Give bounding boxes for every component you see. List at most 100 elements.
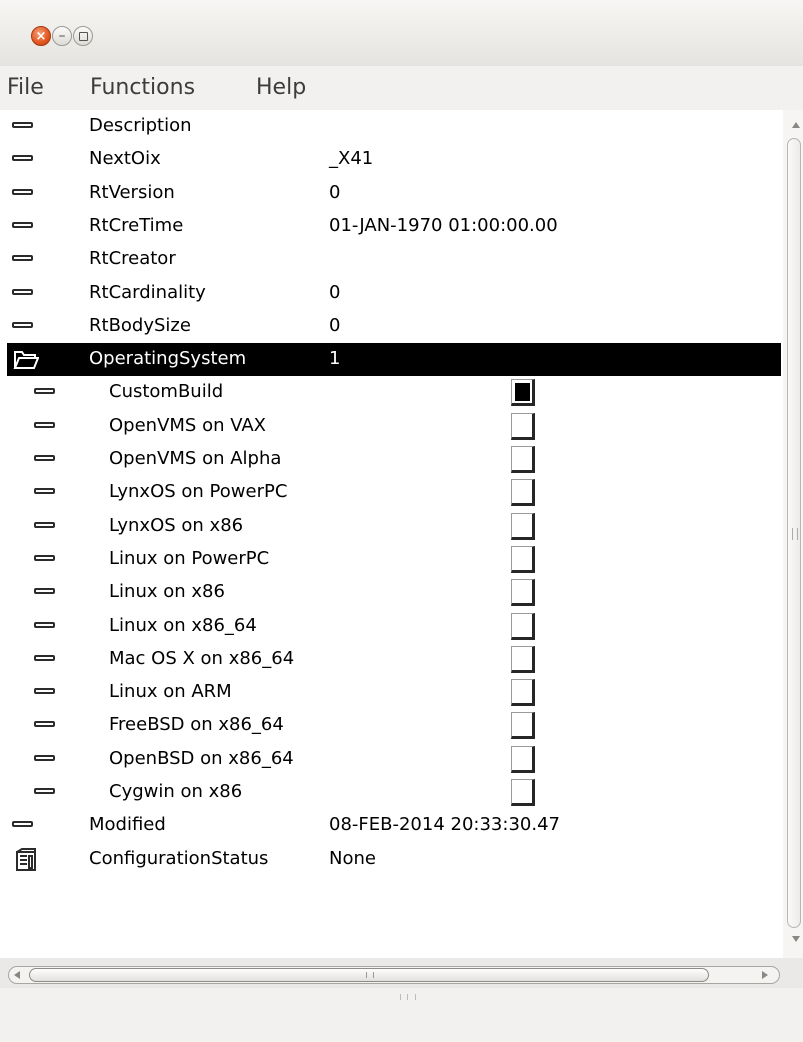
tree-row[interactable]: ConfigurationStatus None: [7, 843, 781, 876]
attribute-name: OpenBSD on x86_64: [109, 747, 294, 769]
open-folder-icon[interactable]: [13, 350, 39, 370]
vertical-scrollbar[interactable]: [783, 110, 803, 958]
attribute-icon: [34, 654, 55, 661]
tree-row[interactable]: Linux on x86_64: [7, 610, 781, 643]
tree-row[interactable]: LynxOS on PowerPC: [7, 476, 781, 509]
attribute-value: 08-FEB-2014 20:33:30.47: [329, 814, 560, 836]
attribute-icon: [34, 554, 55, 561]
attribute-icon: [12, 321, 33, 328]
attribute-icon: [12, 221, 33, 228]
attribute-name: RtCardinality: [89, 281, 206, 303]
tree-row[interactable]: CustomBuild: [7, 376, 781, 409]
attribute-name: ConfigurationStatus: [89, 847, 269, 869]
attribute-icon: [34, 455, 55, 461]
tree-row[interactable]: RtCreTime 01-JAN-1970 01:00:00.00: [7, 210, 781, 243]
tree-row[interactable]: OpenBSD on x86_64: [7, 743, 781, 776]
attribute-name: RtBodySize: [89, 314, 191, 336]
attribute-name: OperatingSystem: [89, 348, 247, 370]
pane-resize-handle[interactable]: [400, 994, 416, 1000]
tree-row[interactable]: RtBodySize 0: [7, 310, 781, 343]
attribute-checkbox[interactable]: [511, 412, 535, 440]
horizontal-scrollbar[interactable]: [0, 958, 803, 988]
scroll-left-icon[interactable]: [14, 971, 20, 979]
attribute-icon: [34, 421, 55, 428]
tree-row[interactable]: Linux on x86: [7, 576, 781, 609]
attribute-name: OpenVMS on VAX: [109, 414, 267, 436]
attribute-value: 0: [329, 281, 341, 303]
attribute-value: 01-JAN-1970 01:00:00.00: [329, 214, 558, 236]
tree-row[interactable]: OpenVMS on Alpha: [7, 443, 781, 476]
attribute-name: RtCreator: [89, 248, 176, 270]
attribute-name: Mac OS X on x86_64: [109, 647, 295, 669]
scroll-right-icon[interactable]: [762, 971, 768, 979]
attribute-icon: [12, 821, 33, 828]
tree-row[interactable]: OpenVMS on VAX: [7, 410, 781, 443]
attribute-name: CustomBuild: [109, 381, 224, 403]
attribute-icon: [34, 388, 55, 395]
tree-row[interactable]: RtCreator: [7, 243, 781, 276]
attribute-name: LynxOS on PowerPC: [109, 481, 288, 503]
attribute-icon: [12, 288, 33, 295]
attribute-icon: [34, 688, 55, 695]
tree-row[interactable]: Linux on ARM: [7, 676, 781, 709]
attribute-icon: [34, 588, 55, 595]
menu-file[interactable]: File: [7, 75, 44, 100]
attribute-value: 0: [329, 314, 341, 336]
tree-row[interactable]: Modified 08-FEB-2014 20:33:30.47: [7, 809, 781, 842]
attribute-checkbox[interactable]: [511, 645, 535, 673]
object-icon[interactable]: [15, 847, 37, 872]
attribute-checkbox[interactable]: [511, 379, 535, 407]
attribute-name: Modified: [89, 814, 166, 836]
maximize-icon: [78, 31, 88, 41]
minimize-window-button[interactable]: –: [52, 26, 72, 46]
status-bar: [0, 988, 803, 1042]
attribute-checkbox[interactable]: [511, 612, 535, 640]
attribute-name: Cygwin on x86: [109, 781, 243, 802]
tree-row[interactable]: RtVersion 0: [7, 177, 781, 210]
tree-row[interactable]: NextOix _X41: [7, 143, 781, 176]
attribute-checkbox[interactable]: [511, 512, 535, 540]
attribute-name: Linux on ARM: [109, 681, 232, 703]
attribute-icon: [34, 488, 55, 495]
attribute-checkbox[interactable]: [511, 579, 535, 607]
tree-row[interactable]: Linux on PowerPC: [7, 543, 781, 576]
scroll-grip-icon: [792, 528, 798, 540]
tree-row[interactable]: LynxOS on x86: [7, 510, 781, 543]
scroll-up-icon[interactable]: [792, 122, 800, 128]
tree-row[interactable]: Cygwin on x86: [7, 776, 781, 809]
attribute-checkbox[interactable]: [511, 779, 535, 806]
menu-help[interactable]: Help: [256, 75, 306, 100]
attribute-icon: [12, 155, 33, 162]
attribute-name: Linux on x86_64: [109, 614, 257, 636]
close-window-button[interactable]: ×: [31, 26, 51, 46]
attribute-checkbox[interactable]: [511, 679, 535, 707]
tree-row[interactable]: Description: [7, 110, 781, 143]
attribute-value: 1: [329, 348, 341, 370]
scroll-down-icon[interactable]: [792, 936, 800, 942]
attribute-checkbox[interactable]: [511, 479, 535, 507]
attribute-icon: [34, 788, 55, 794]
attribute-checkbox[interactable]: [511, 446, 535, 473]
maximize-window-button[interactable]: [73, 26, 93, 46]
attribute-name: Linux on x86: [109, 581, 225, 603]
attribute-value: 0: [329, 181, 341, 203]
tree-row[interactable]: FreeBSD on x86_64: [7, 709, 781, 742]
attribute-checkbox[interactable]: [511, 745, 535, 773]
attribute-icon: [34, 621, 55, 628]
attribute-icon: [12, 122, 33, 128]
attribute-value: _X41: [329, 148, 374, 170]
attribute-icon: [34, 754, 55, 761]
attribute-checkbox[interactable]: [511, 545, 535, 573]
horizontal-scroll-track[interactable]: [8, 966, 780, 984]
menu-bar: File Functions Help: [0, 66, 803, 110]
tree-row[interactable]: RtCardinality 0: [7, 277, 781, 310]
attribute-name: RtCreTime: [89, 214, 184, 236]
attribute-name: NextOix: [89, 148, 161, 170]
tree-row[interactable]: Mac OS X on x86_64: [7, 643, 781, 676]
attribute-icon: [12, 188, 33, 195]
horizontal-scroll-thumb[interactable]: [29, 968, 709, 982]
tree-row-selected[interactable]: OperatingSystem 1: [7, 343, 781, 377]
menu-functions[interactable]: Functions: [90, 75, 195, 100]
attribute-name: Linux on PowerPC: [109, 547, 270, 569]
attribute-checkbox[interactable]: [511, 712, 535, 740]
